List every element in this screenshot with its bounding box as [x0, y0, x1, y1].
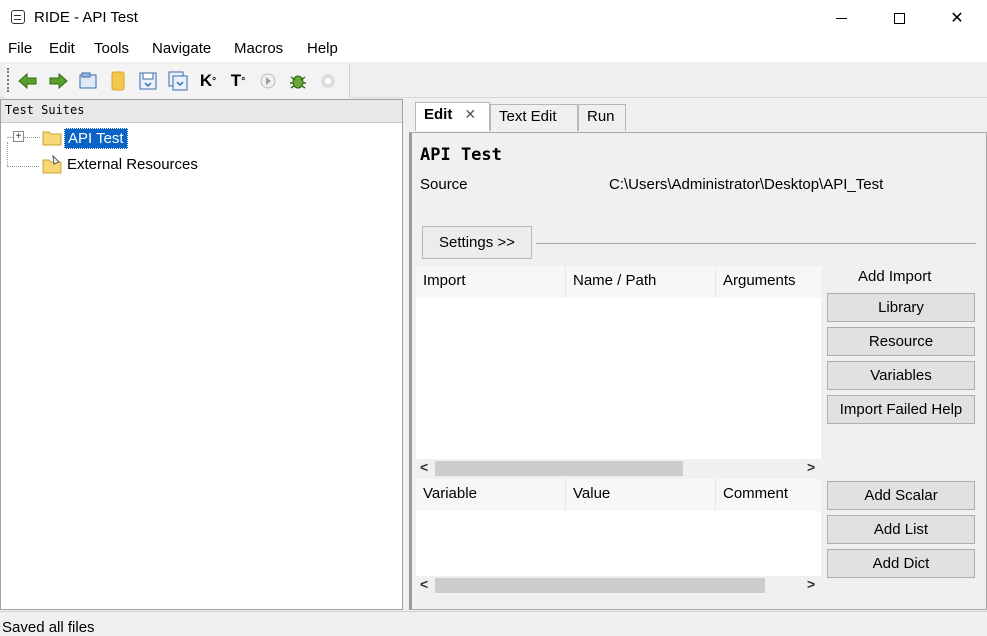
variable-horizontal-scrollbar[interactable]: < > — [416, 576, 821, 595]
menu-navigate[interactable]: Navigate — [152, 40, 211, 57]
add-dict-button[interactable]: Add Dict — [827, 549, 975, 578]
editor-tabs: Edit ✕ Text Edit Run — [409, 99, 987, 132]
search-keywords-icon[interactable]: K ° — [198, 71, 218, 91]
suite-editor: API Test Source C:\Users\Administrator\D… — [409, 132, 987, 610]
column-header-import[interactable]: Import — [416, 266, 566, 298]
variable-grid[interactable]: Variable Value Comment — [416, 479, 821, 576]
add-list-button[interactable]: Add List — [827, 515, 975, 544]
menu-help[interactable]: Help — [307, 40, 338, 57]
tree-expand-toggle[interactable]: + — [13, 131, 24, 142]
external-resources-icon — [42, 154, 62, 174]
variables-button[interactable]: Variables — [827, 361, 975, 390]
open-suite-icon[interactable] — [78, 71, 98, 91]
window-title: RIDE - API Test — [34, 9, 138, 26]
import-grid-header: Import Name / Path Arguments — [416, 266, 821, 298]
minimize-icon — [835, 17, 847, 19]
source-path: C:\Users\Administrator\Desktop\API_Test — [609, 176, 884, 193]
title-bar: RIDE - API Test ✕ — [0, 0, 987, 36]
forward-arrow-icon[interactable] — [48, 71, 68, 91]
close-icon: ✕ — [950, 10, 964, 27]
status-text: Saved all files — [2, 619, 95, 636]
tab-edit-label: Edit — [424, 106, 453, 123]
settings-divider — [536, 243, 976, 244]
tree-line — [7, 166, 39, 167]
column-header-variable[interactable]: Variable — [416, 479, 566, 511]
menu-macros[interactable]: Macros — [234, 40, 283, 57]
app-icon — [11, 10, 25, 24]
test-suites-header: Test Suites — [1, 100, 402, 123]
settings-toggle-button[interactable]: Settings >> — [422, 226, 532, 259]
suite-title: API Test — [420, 145, 502, 165]
search-keywords-glyph: K — [199, 71, 213, 90]
tree-item-external-resources[interactable]: External Resources — [67, 156, 198, 173]
menu-tools[interactable]: Tools — [94, 40, 129, 57]
import-failed-help-button[interactable]: Import Failed Help — [827, 395, 975, 424]
resource-button[interactable]: Resource — [827, 327, 975, 356]
test-suites-panel: Test Suites + API Test External Resource… — [0, 99, 403, 610]
maximize-icon — [893, 12, 905, 24]
back-arrow-icon[interactable] — [18, 71, 38, 91]
tree-line — [24, 137, 40, 138]
search-tests-glyph: T — [230, 71, 242, 90]
tree-item-api-test[interactable]: API Test — [64, 128, 128, 149]
toolbar: K ° T ° — [0, 62, 987, 98]
close-button[interactable]: ✕ — [934, 0, 980, 36]
toolbar-strip: K ° T ° — [4, 64, 350, 98]
debug-bug-icon[interactable] — [288, 71, 308, 91]
tab-edit[interactable]: Edit ✕ — [415, 102, 490, 131]
menu-bar: File Edit Tools Navigate Macros Help — [0, 36, 987, 62]
tab-close-icon[interactable]: ✕ — [464, 106, 476, 122]
toolbar-grip[interactable] — [7, 68, 10, 92]
column-header-comment[interactable]: Comment — [716, 479, 821, 511]
source-label: Source — [420, 176, 468, 193]
tab-run[interactable]: Run — [578, 104, 626, 131]
scroll-left-icon[interactable]: < — [420, 459, 428, 475]
maximize-button[interactable] — [876, 0, 922, 36]
run-icon[interactable] — [258, 71, 278, 91]
open-directory-icon[interactable] — [108, 71, 128, 91]
variable-grid-header: Variable Value Comment — [416, 479, 821, 511]
menu-file[interactable]: File — [8, 40, 32, 57]
minimize-button[interactable] — [818, 0, 864, 36]
search-badge-glyph: ° — [241, 75, 246, 87]
column-header-arguments[interactable]: Arguments — [716, 266, 821, 298]
library-button[interactable]: Library — [827, 293, 975, 322]
stop-icon[interactable] — [318, 71, 338, 91]
column-header-value[interactable]: Value — [566, 479, 716, 511]
save-icon[interactable] — [138, 71, 158, 91]
folder-icon — [42, 129, 62, 146]
import-horizontal-scrollbar[interactable]: < > — [416, 459, 821, 478]
add-import-label: Add Import — [858, 268, 932, 285]
scroll-left-icon[interactable]: < — [420, 576, 428, 592]
scroll-right-icon[interactable]: > — [807, 459, 815, 475]
tree-line — [7, 142, 8, 166]
save-all-icon[interactable] — [168, 71, 188, 91]
search-tests-icon[interactable]: T ° — [228, 71, 248, 91]
tab-text-edit[interactable]: Text Edit — [490, 104, 578, 131]
status-bar: Saved all files — [0, 611, 987, 636]
scrollbar-thumb[interactable] — [435, 461, 683, 476]
column-header-name-path[interactable]: Name / Path — [566, 266, 716, 298]
scrollbar-thumb[interactable] — [435, 578, 765, 593]
search-badge-glyph: ° — [212, 75, 217, 87]
import-grid[interactable]: Import Name / Path Arguments — [416, 266, 821, 459]
scroll-right-icon[interactable]: > — [807, 576, 815, 592]
add-scalar-button[interactable]: Add Scalar — [827, 481, 975, 510]
menu-edit[interactable]: Edit — [49, 40, 75, 57]
